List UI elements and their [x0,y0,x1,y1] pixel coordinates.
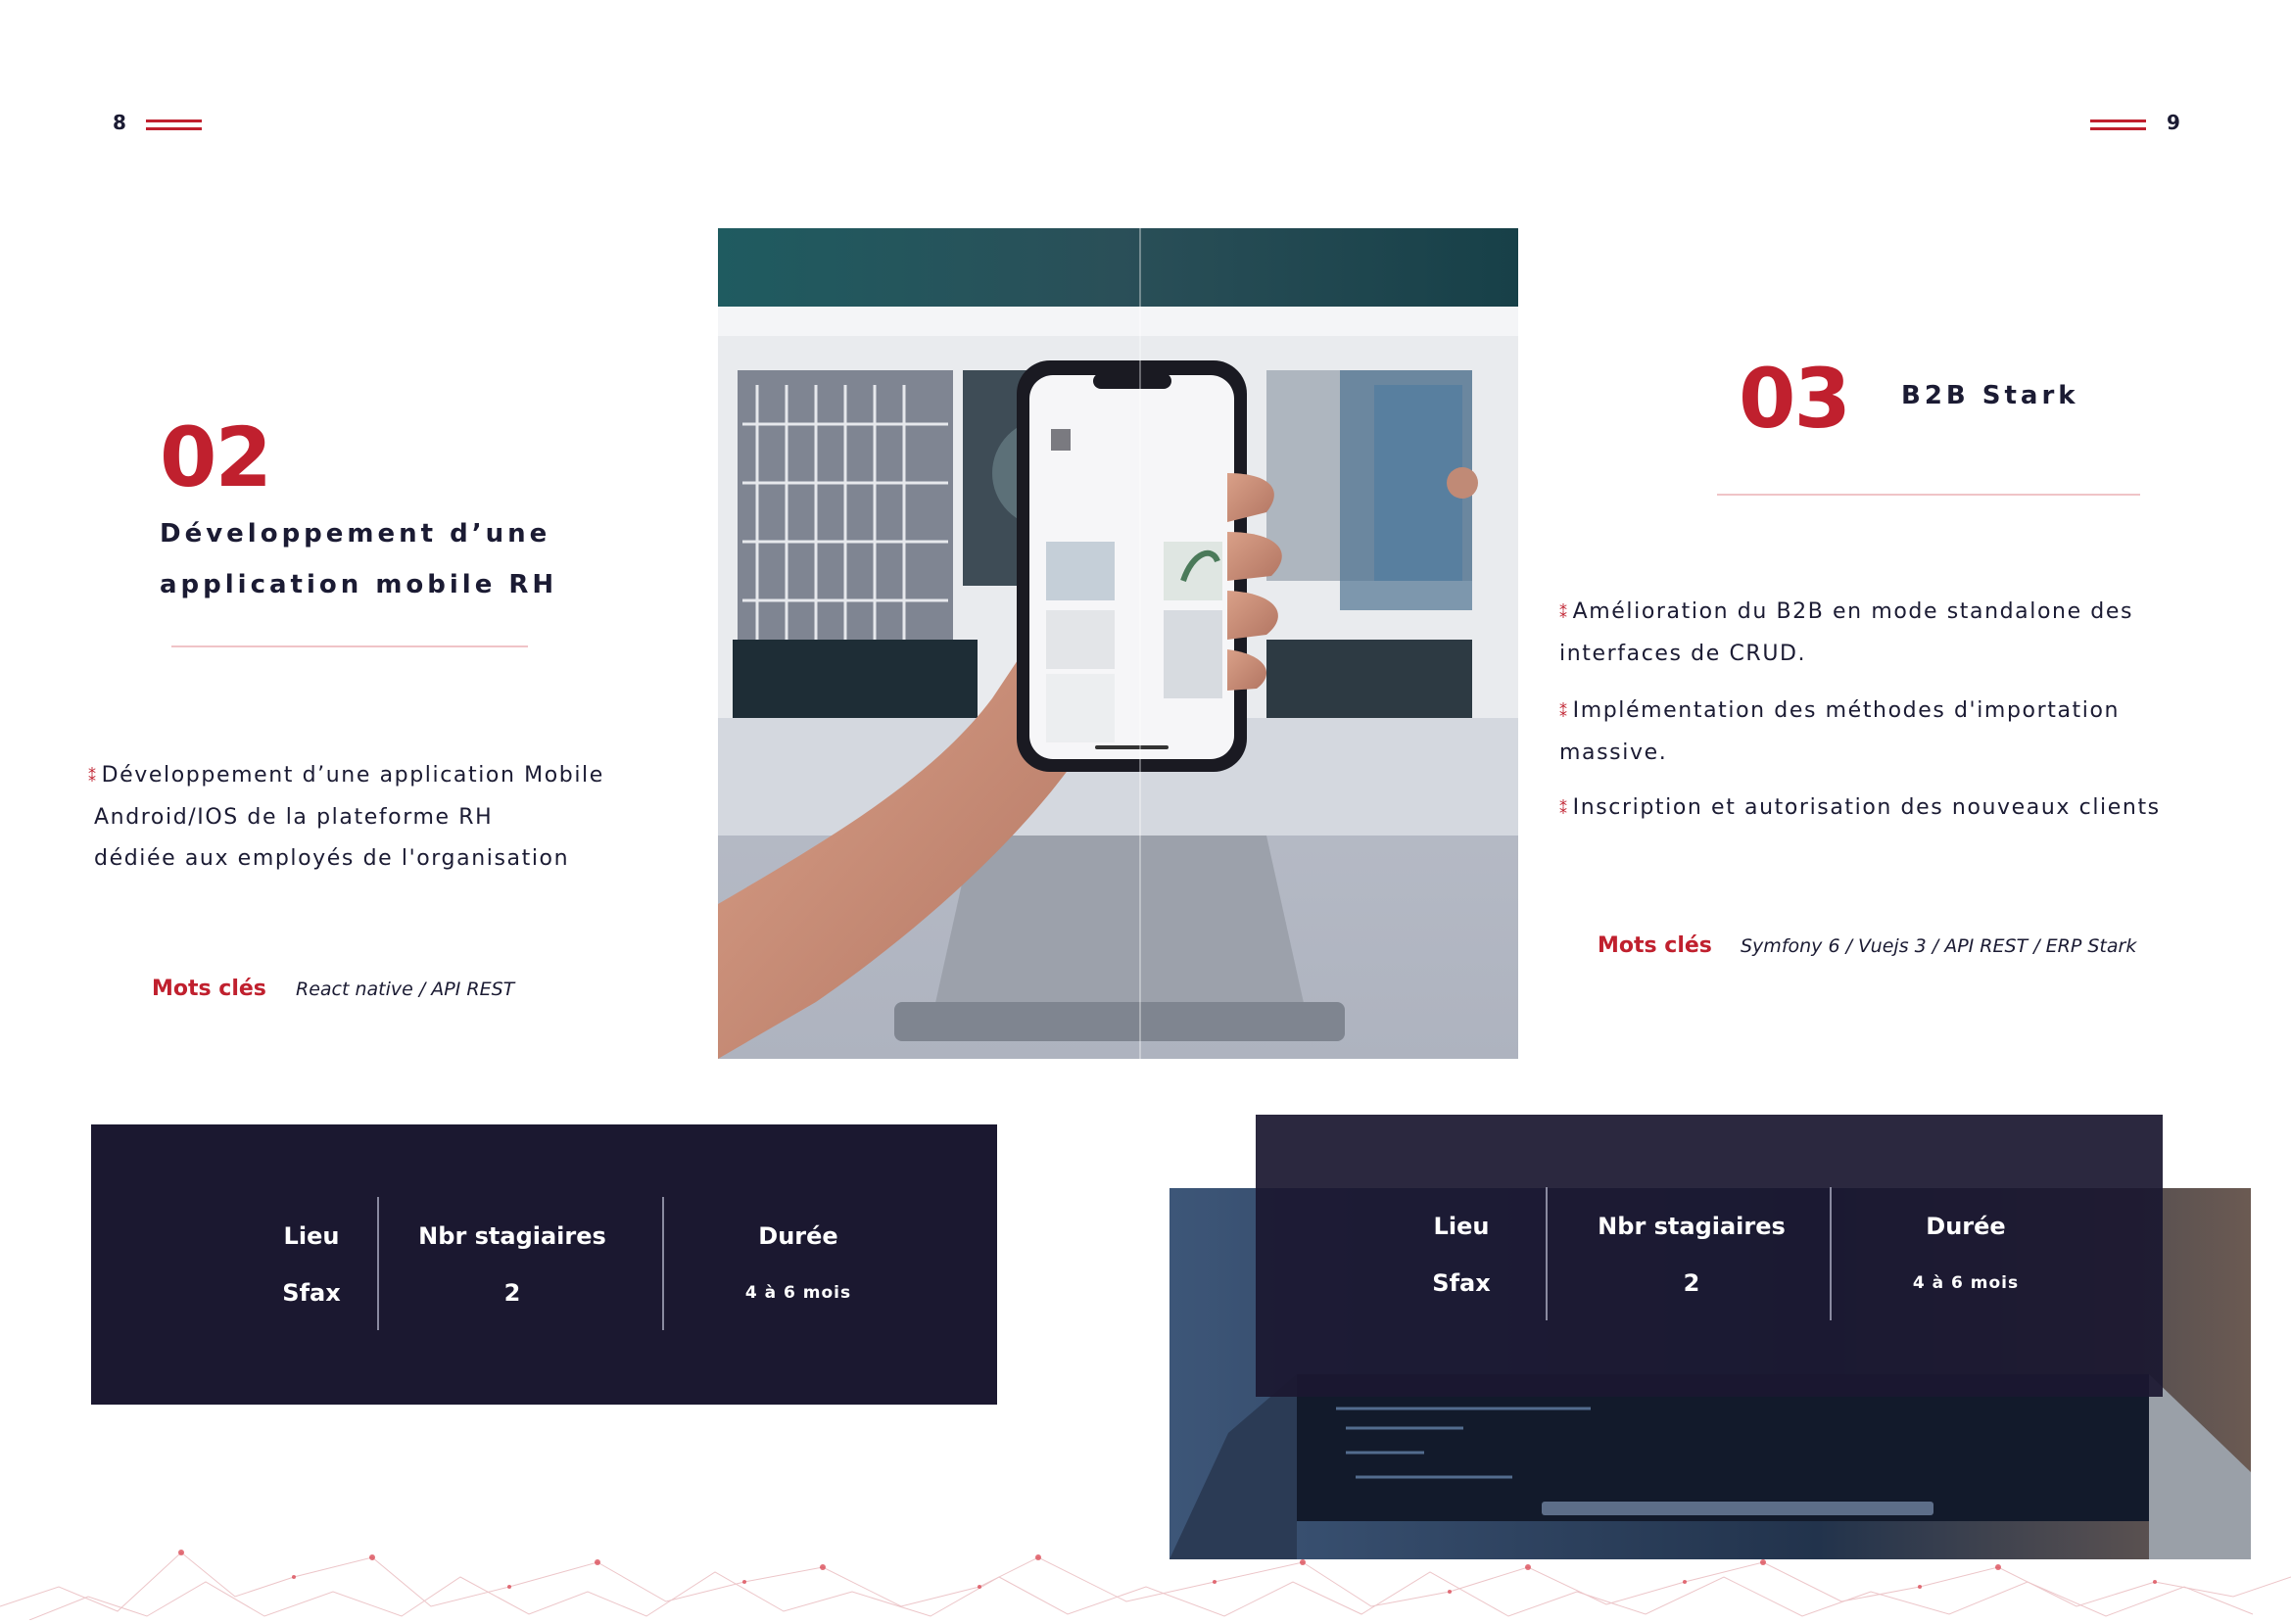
location-label: Lieu [1433,1213,1490,1240]
project-02-keywords: React native / API REST [296,979,515,1000]
star-bullet-icon: ⁑ [1559,702,1569,721]
project-03-title-rule [1717,494,2140,496]
info-separator [377,1197,379,1330]
project-03-bullet2-line1: Implémentation des méthodes d'importatio… [1572,698,2121,723]
project-02-info-box: Lieu Sfax Nbr stagiaires 2 Durée 4 à 6 m… [91,1124,997,1405]
project-03-bullet1-line1: Amélioration du B2B en mode standalone d… [1572,599,2134,624]
network-pattern-decoration [0,1538,2291,1621]
location-value: Sfax [1432,1269,1491,1297]
project-03-title: B2B Stark [1901,381,2079,410]
duration-value: 4 à 6 mois [744,1283,852,1303]
interns-label: Nbr stagiaires [1598,1213,1786,1240]
star-bullet-icon: ⁑ [1559,799,1569,818]
project-02-desc-line1: Développement d’une application Mobile [101,763,604,788]
info-separator [662,1197,664,1330]
star-bullet-icon: ⁑ [88,767,98,786]
phone-monitor-photo [718,228,1518,1059]
page-number-left: 8 [113,111,126,134]
project-03-number: 03 [1739,351,1851,447]
info-separator [1546,1187,1548,1320]
project-03-bullet3-line1: Inscription et autorisation des nouveaux… [1572,795,2161,820]
duration-label: Durée [758,1222,838,1250]
location-value: Sfax [282,1279,341,1307]
project-02-keywords-label: Mots clés [152,977,266,1001]
project-03-bullet1-line2: interfaces de CRUD. [1559,642,1807,666]
project-03-bullets: ⁑ Amélioration du B2B en mode standalone … [1559,592,2265,830]
star-bullet-icon: ⁑ [1559,603,1569,622]
project-02-title-line1: Développement d’une [160,519,551,549]
project-02-description: ⁑ Développement d’une application Mobile … [88,755,715,880]
project-02-title-rule [171,645,528,647]
duration-value: 4 à 6 mois [1912,1273,2020,1293]
project-03-bullet2-line2: massive. [1559,740,1668,765]
project-03-info-box: Lieu Sfax Nbr stagiaires 2 Durée 4 à 6 m… [1256,1115,2163,1397]
project-03-keywords-label: Mots clés [1598,933,1712,958]
project-02-number: 02 [160,409,272,505]
interns-value: 2 [1683,1269,1700,1297]
project-03-keywords: Symfony 6 / Vuejs 3 / API REST / ERP Sta… [1741,935,2137,957]
project-02-desc-line2: Android/IOS de la plateforme RH [94,805,494,830]
page-number-right: 9 [2167,111,2180,134]
project-02-title-line2: application mobile RH [160,570,558,599]
duration-label: Durée [1926,1213,2006,1240]
location-label: Lieu [283,1222,340,1250]
header-rule-left [146,119,202,131]
interns-value: 2 [503,1279,521,1307]
project-02-desc-line3: dédiée aux employés de l'organisation [94,846,570,871]
header-rule-right [2090,119,2146,131]
info-separator [1830,1187,1832,1320]
interns-label: Nbr stagiaires [418,1222,606,1250]
